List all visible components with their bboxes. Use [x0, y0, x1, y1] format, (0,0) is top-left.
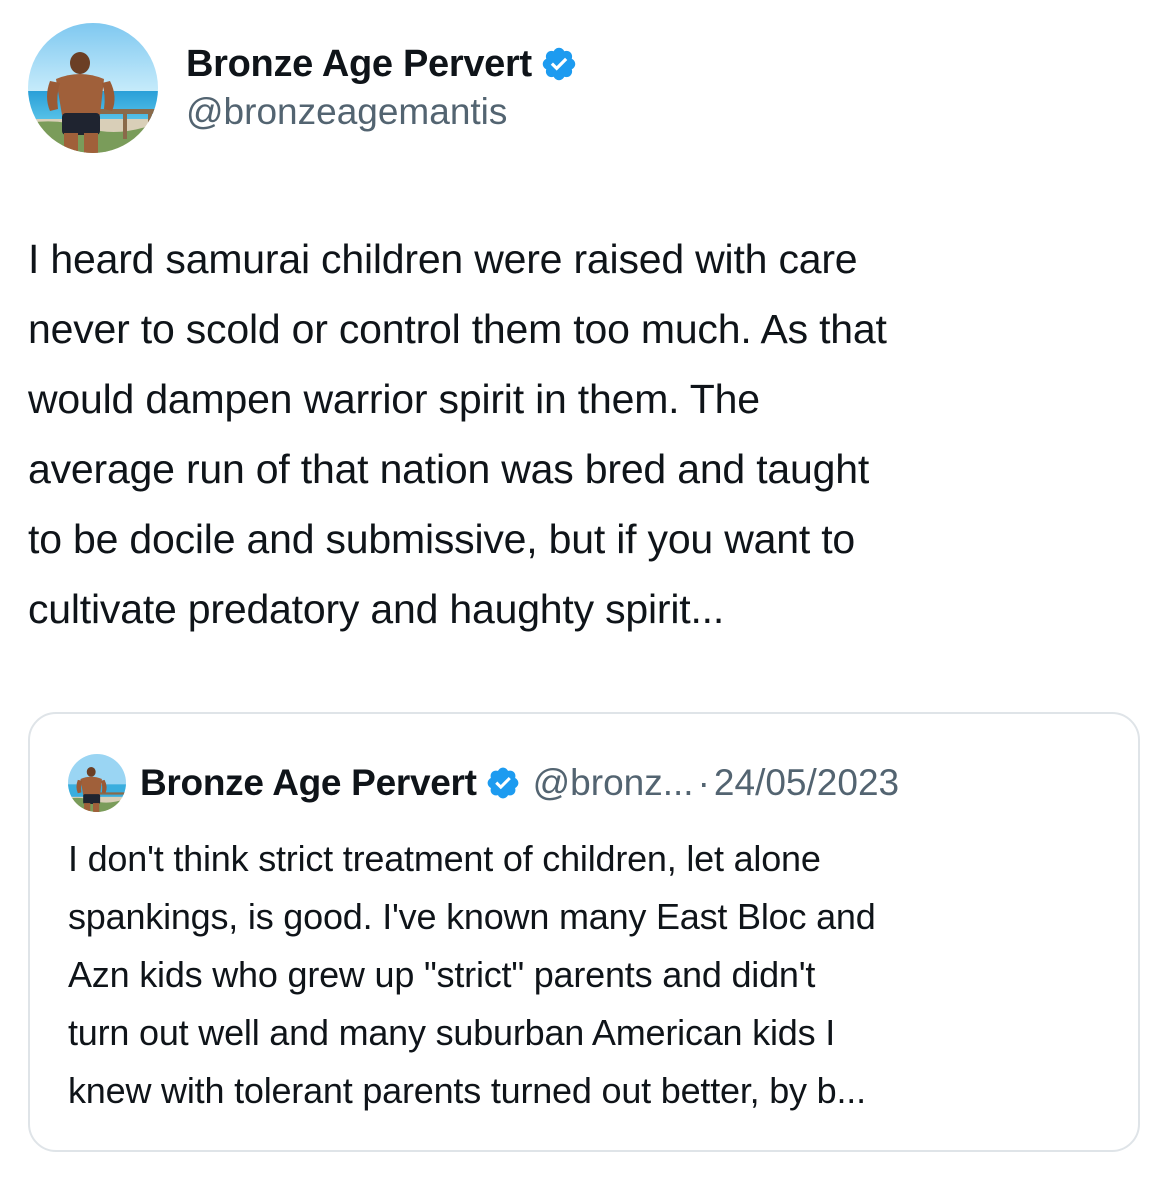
author-avatar[interactable]	[28, 23, 158, 153]
quoted-tweet-card[interactable]: Bronze Age Pervert @bronz... · 24/05/202…	[28, 712, 1140, 1152]
tweet-header: Bronze Age Pervert @bronzeagemantis	[28, 22, 578, 154]
tweet-body-text: I heard samurai children were raised wit…	[28, 236, 887, 632]
meta-separator: ·	[697, 762, 710, 803]
avatar-photo	[28, 23, 158, 153]
verified-badge-icon[interactable]	[540, 45, 578, 83]
quoted-author-avatar[interactable]	[68, 754, 126, 812]
verified-badge-icon[interactable]	[485, 765, 521, 801]
quoted-tweet-header: Bronze Age Pervert @bronz... · 24/05/202…	[68, 754, 899, 812]
quoted-author-display-name[interactable]: Bronze Age Pervert	[140, 762, 477, 804]
author-handle[interactable]: @bronzeagemantis	[186, 89, 578, 135]
quoted-author-handle[interactable]: @bronz...	[533, 762, 694, 804]
author-display-name[interactable]: Bronze Age Pervert	[186, 41, 532, 87]
avatar-photo	[68, 754, 126, 812]
quoted-tweet-body-text: I don't think strict treatment of childr…	[68, 838, 876, 1111]
quoted-tweet-date[interactable]: 24/05/2023	[714, 762, 899, 804]
